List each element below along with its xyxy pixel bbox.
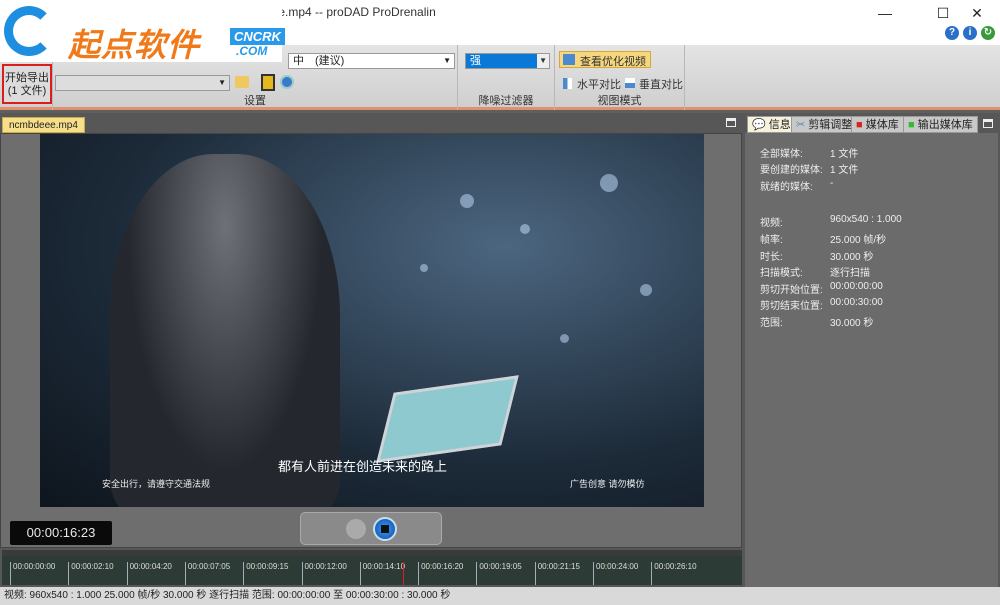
- denoise-group-label: 降噪过滤器: [478, 95, 534, 107]
- preview-icon[interactable]: [280, 75, 294, 89]
- vertical-compare-button[interactable]: 垂直对比: [625, 76, 683, 92]
- export-label: 开始导出: [5, 72, 49, 84]
- tab-output-library[interactable]: ■ 输出媒体库: [903, 116, 978, 133]
- timeline-tick: 00:00:12:00: [301, 562, 360, 585]
- video-subtitle: 都有人前进在创造未来的路上: [278, 459, 448, 474]
- tab-info-label: 信息: [768, 119, 791, 131]
- denoise-select[interactable]: 强 ▼: [465, 53, 550, 69]
- info-value: 00:00:30:00: [830, 297, 883, 308]
- view-mode-group: 查看优化视频 水平对比 垂直对比 视图模式: [555, 45, 685, 110]
- watermark-brand: CNCRK: [230, 28, 285, 45]
- folder-icon[interactable]: [235, 76, 249, 88]
- red-square-icon: ■: [856, 119, 863, 131]
- info-value: 1 文件: [830, 165, 859, 176]
- playhead[interactable]: [403, 562, 405, 585]
- info-label: 全部媒体:: [760, 149, 803, 160]
- logo-icon: [4, 6, 54, 56]
- timeline-tick: 00:00:14:10: [359, 562, 418, 585]
- right-caption: 广告创意 请勿模仿: [570, 479, 645, 489]
- timecode-display: 00:00:16:23: [10, 521, 112, 545]
- info-value: 30.000 秒: [830, 252, 874, 263]
- watermark-logo: 起点软件 CNCRK .COM: [0, 0, 285, 63]
- timeline[interactable]: 00:00:00:00 00:00:02:10 00:00:04:20 00:00:0…: [2, 550, 742, 585]
- view-mode-group-label: 视图模式: [597, 95, 642, 107]
- info-value: 1 文件: [830, 149, 859, 160]
- maximize-panel-icon[interactable]: [726, 118, 736, 127]
- info-label: 视频:: [760, 218, 783, 229]
- info-value: 00:00:00:00: [830, 281, 883, 292]
- info-panel: [745, 133, 998, 587]
- timeline-tick: 00:00:19:05: [476, 562, 534, 585]
- view-optimized-button[interactable]: 查看优化视频: [559, 51, 651, 68]
- info-label: 帧率:: [760, 235, 783, 246]
- tab-output-label: 输出媒体库: [917, 119, 973, 131]
- info-label: 剪切开始位置:: [760, 285, 823, 296]
- maximize-right-panel-icon[interactable]: [983, 119, 993, 128]
- watermark-com: .COM: [236, 44, 268, 58]
- quality-select[interactable]: 中 (建议) ▼: [288, 53, 455, 69]
- timeline-tick: 00:00:09:15: [243, 562, 301, 585]
- file-tab[interactable]: ncmbdeee.mp4: [2, 117, 85, 133]
- start-export-button[interactable]: 开始导出 (1 文件): [2, 64, 52, 104]
- split-horizontal-icon: [563, 78, 572, 89]
- tab-media-library[interactable]: ■ 媒体库: [851, 116, 904, 133]
- info-label: 时长:: [760, 252, 783, 263]
- tab-media-label: 媒体库: [865, 119, 899, 131]
- timeline-tick: 00:00:24:00: [593, 562, 651, 585]
- info-value: 30.000 秒: [830, 318, 874, 329]
- play-icon[interactable]: [346, 519, 366, 539]
- denoise-group: 强 ▼ 降噪过滤器: [458, 45, 555, 110]
- vertical-label: 垂直对比: [639, 79, 683, 91]
- export-count: (1 文件): [7, 85, 47, 97]
- timeline-tick: 00:00:00:00: [10, 562, 68, 585]
- stop-icon[interactable]: [373, 517, 397, 541]
- info-value: 逐行扫描: [830, 268, 870, 279]
- window-title: eee.mp4 -- proDAD ProDrenalin: [265, 5, 436, 19]
- horizontal-label: 水平对比: [577, 79, 621, 91]
- output-path-select[interactable]: ▼: [55, 75, 230, 91]
- info-label: 范围:: [760, 318, 783, 329]
- info-icon[interactable]: i: [963, 26, 977, 40]
- info-label: 剪切结束位置:: [760, 301, 823, 312]
- timeline-tick: 00:00:26:10: [651, 562, 709, 585]
- horizontal-compare-button[interactable]: 水平对比: [563, 76, 621, 92]
- watermark-text: 起点软件: [68, 27, 201, 63]
- view-optimized-label: 查看优化视频: [580, 56, 646, 68]
- timeline-tick: 00:00:21:15: [534, 562, 593, 585]
- tablet-image: [376, 375, 519, 463]
- denoise-value: 强: [470, 55, 481, 67]
- person-figure: [110, 154, 340, 507]
- film-settings-icon[interactable]: [261, 74, 275, 91]
- split-vertical-icon: [625, 78, 635, 88]
- scissors-icon: ✂: [796, 119, 806, 131]
- timeline-tick: 00:00:16:20: [418, 562, 476, 585]
- green-square-icon: ■: [908, 119, 915, 131]
- help-icon[interactable]: ?: [945, 26, 959, 40]
- monitor-icon: [563, 54, 575, 65]
- timeline-tick: 00:00:07:05: [184, 562, 243, 585]
- tab-clip-adjust[interactable]: ✂ 剪辑调整: [791, 116, 858, 133]
- playback-controls: [300, 512, 442, 545]
- info-value: -: [830, 178, 834, 189]
- timeline-tick: 00:00:04:20: [126, 562, 185, 585]
- left-caption: 安全出行，请遵守交通法规: [102, 479, 211, 489]
- minimize-button[interactable]: —: [862, 0, 908, 26]
- info-value: 25.000 帧/秒: [830, 235, 887, 246]
- info-value: 960x540 : 1.000: [830, 214, 902, 225]
- update-icon[interactable]: ↻: [981, 26, 995, 40]
- info-label: 要创建的媒体:: [760, 165, 823, 176]
- video-preview[interactable]: 都有人前进在创造未来的路上 安全出行，请遵守交通法规 广告创意 请勿模仿: [40, 134, 704, 507]
- tab-info[interactable]: 💬 信息: [747, 116, 796, 133]
- quality-value: 中 (建议): [293, 55, 345, 67]
- settings-group-label: 设置: [244, 95, 266, 107]
- info-label: 就绪的媒体:: [760, 182, 813, 193]
- close-button[interactable]: ✕: [954, 0, 1000, 26]
- timeline-tick: 00:00:02:10: [68, 562, 126, 585]
- tab-clip-label: 剪辑调整: [808, 119, 853, 131]
- status-bar: 视频: 960x540 : 1.000 25.000 帧/秒 30.000 秒 …: [0, 587, 1000, 605]
- info-label: 扫描模式:: [760, 268, 803, 279]
